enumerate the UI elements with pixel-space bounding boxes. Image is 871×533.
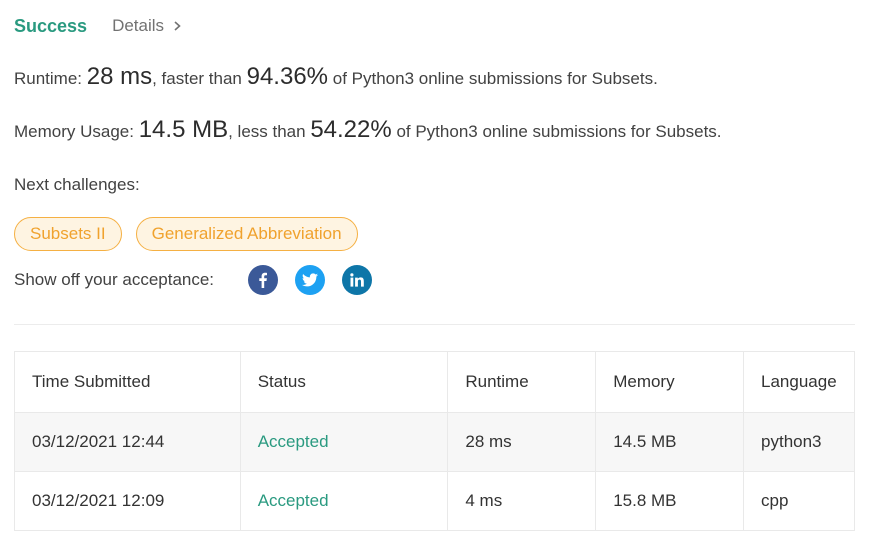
memory-percent: 54.22% <box>310 116 392 143</box>
cell-language: cpp <box>743 471 855 531</box>
details-link[interactable]: Details <box>112 16 182 36</box>
column-header-status[interactable]: Status <box>239 351 449 413</box>
cell-runtime: 4 ms <box>447 471 597 531</box>
column-header-time[interactable]: Time Submitted <box>14 351 241 413</box>
runtime-value: 28 ms <box>86 63 153 90</box>
cell-memory: 14.5 MB <box>595 412 745 472</box>
cell-time: 03/12/2021 12:44 <box>14 412 241 472</box>
facebook-glyph <box>259 272 268 288</box>
table-header-row: Time Submitted Status Runtime Memory Lan… <box>14 351 855 413</box>
section-divider <box>14 324 855 325</box>
column-header-memory[interactable]: Memory <box>595 351 745 413</box>
runtime-suffix: of Python3 online submissions for Subset… <box>328 69 658 88</box>
cell-memory: 15.8 MB <box>595 471 745 531</box>
submission-result-page: Success Details Runtime: 28 ms, faster t… <box>0 0 871 533</box>
next-challenges-label: Next challenges: <box>14 175 140 194</box>
challenge-chip-generalized-abbreviation[interactable]: Generalized Abbreviation <box>135 217 358 251</box>
facebook-icon[interactable] <box>248 265 279 295</box>
runtime-line: Runtime: 28 ms, faster than 94.36% of Py… <box>14 63 658 91</box>
runtime-percent: 94.36% <box>246 63 329 90</box>
share-label: Show off your acceptance: <box>14 270 215 289</box>
runtime-mid: , faster than <box>152 69 247 88</box>
runtime-label: Runtime: <box>14 69 87 88</box>
memory-value: 14.5 MB <box>138 116 229 143</box>
memory-label: Memory Usage: <box>14 122 139 141</box>
cell-status-link[interactable]: Accepted <box>239 412 449 472</box>
details-label: Details <box>112 16 165 35</box>
table-row: 03/12/2021 12:44 Accepted 28 ms 14.5 MB … <box>14 412 855 472</box>
twitter-glyph <box>302 273 319 287</box>
column-header-runtime[interactable]: Runtime <box>447 351 597 413</box>
challenge-chip-subsets-ii[interactable]: Subsets II <box>14 217 122 251</box>
memory-line: Memory Usage: 14.5 MB, less than 54.22% … <box>14 116 722 144</box>
column-header-language[interactable]: Language <box>743 351 855 413</box>
cell-status-link[interactable]: Accepted <box>239 471 449 531</box>
cell-time: 03/12/2021 12:09 <box>14 471 241 531</box>
memory-suffix: of Python3 online submissions for Subset… <box>391 122 722 141</box>
linkedin-icon[interactable] <box>342 265 373 295</box>
share-row: Show off your acceptance: <box>14 265 389 295</box>
memory-mid: , less than <box>228 122 311 141</box>
linkedin-glyph <box>350 273 364 287</box>
cell-runtime: 28 ms <box>447 412 597 472</box>
status-title: Success <box>14 15 88 36</box>
next-challenges-list: Subsets II Generalized Abbreviation <box>14 217 358 251</box>
twitter-icon[interactable] <box>295 265 326 295</box>
result-header: Success Details <box>14 12 182 40</box>
cell-language: python3 <box>743 412 855 472</box>
chevron-right-icon <box>174 21 181 31</box>
table-row: 03/12/2021 12:09 Accepted 4 ms 15.8 MB c… <box>14 471 855 531</box>
submissions-table: Time Submitted Status Runtime Memory Lan… <box>14 351 855 531</box>
